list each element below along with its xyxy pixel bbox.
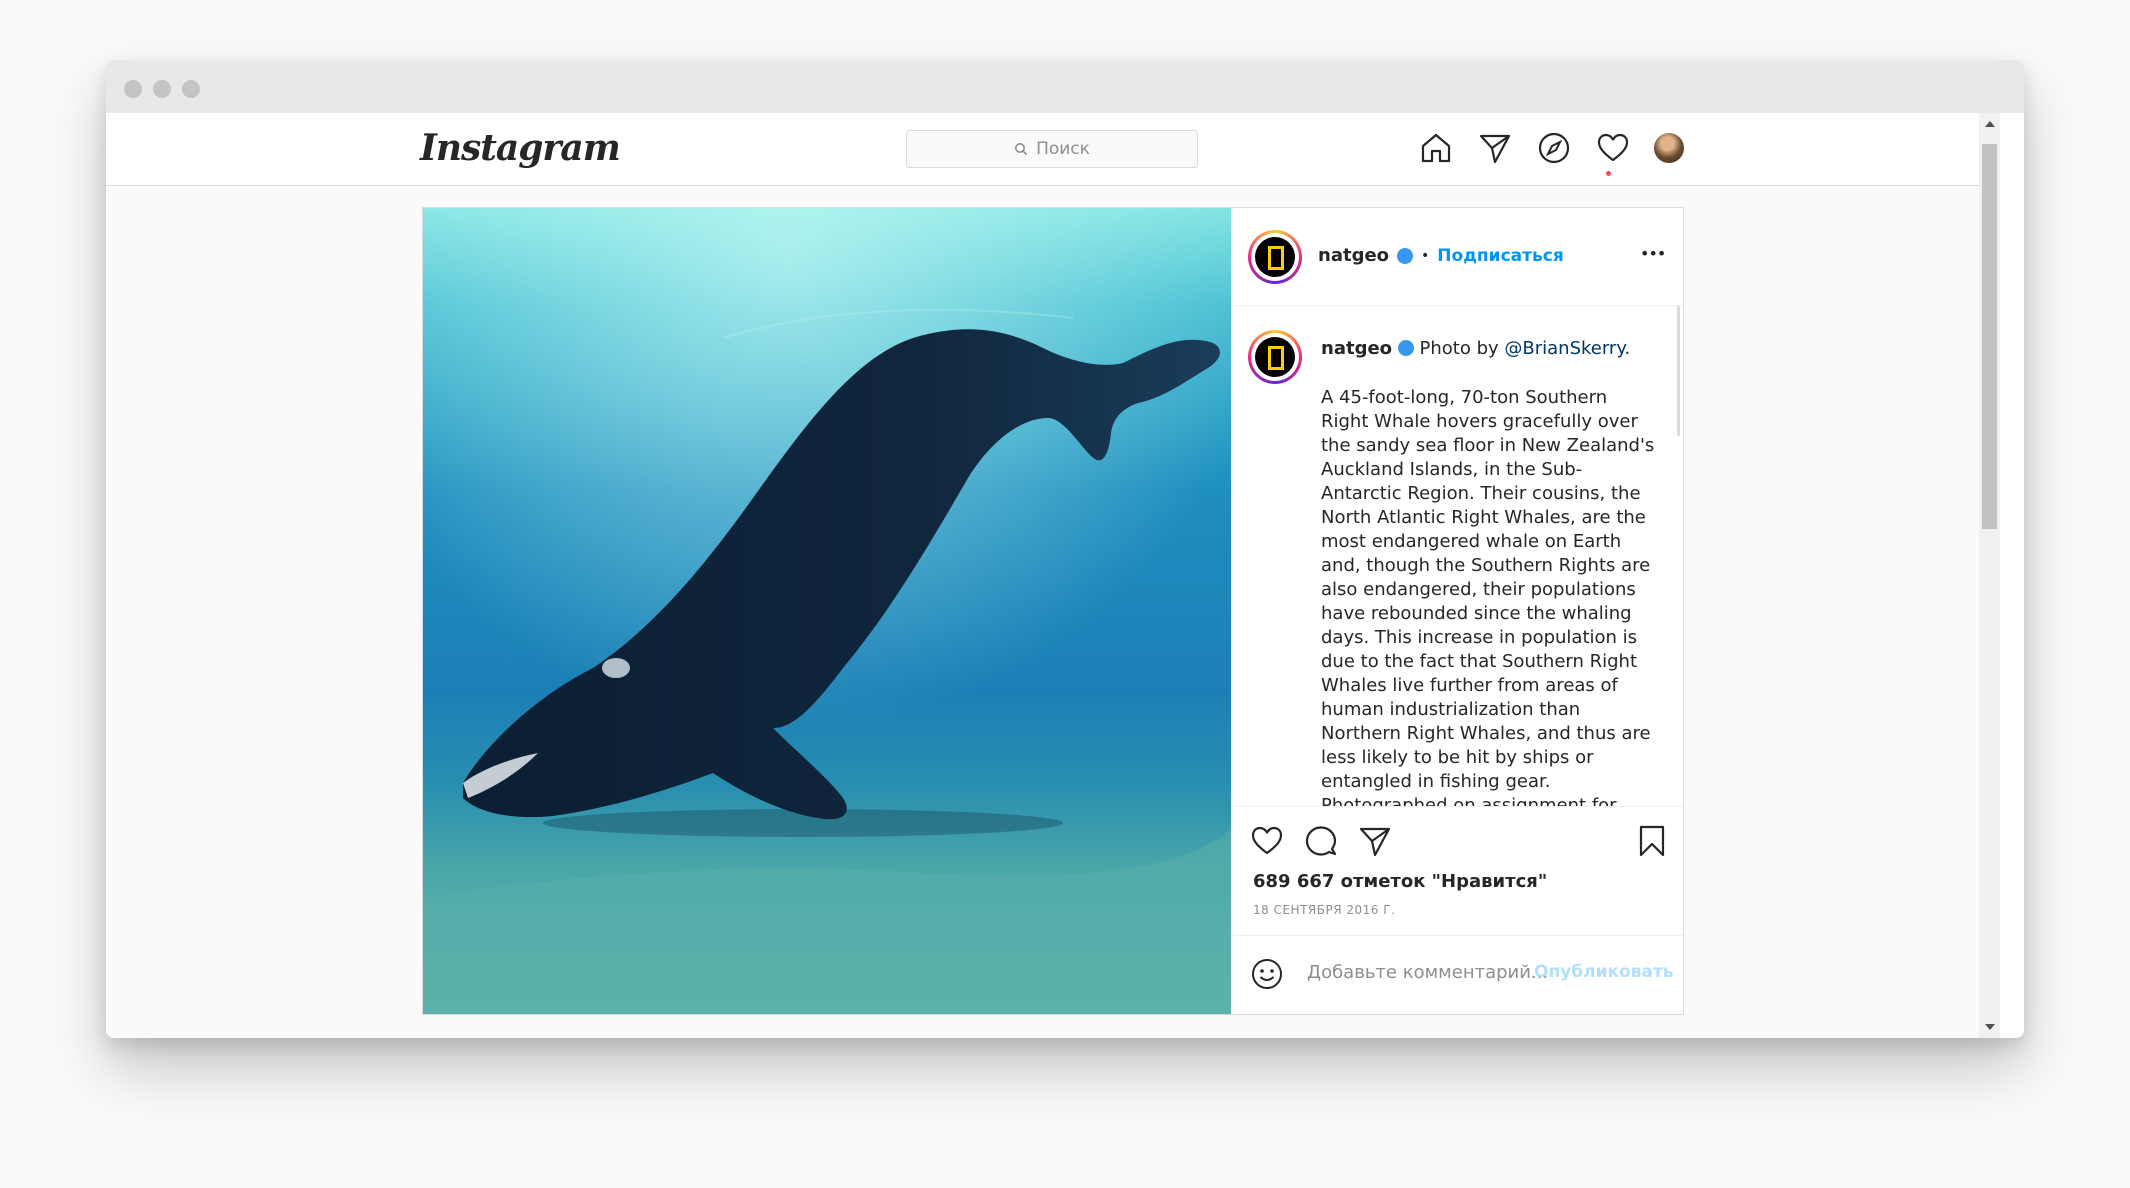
home-icon[interactable] xyxy=(1419,131,1453,165)
close-window-button[interactable] xyxy=(124,80,142,98)
caption-body: A 45-foot-long, 70-ton Southern Right Wh… xyxy=(1321,386,1656,806)
profile-avatar[interactable] xyxy=(1654,133,1684,163)
like-heart-icon[interactable] xyxy=(1250,824,1284,858)
instagram-logo[interactable]: Instagram xyxy=(420,127,621,169)
window-titlebar xyxy=(106,60,2024,113)
post-side-panel: natgeo • Подписаться ••• natgeo Photo by xyxy=(1231,208,1683,1014)
comment-icon[interactable] xyxy=(1304,824,1338,858)
header-username[interactable]: natgeo xyxy=(1318,245,1389,266)
caption-intro-end: . xyxy=(1624,338,1631,359)
caption-mention-link[interactable]: @BrianSkerry xyxy=(1504,338,1624,359)
comment-input[interactable]: Добавьте комментарий... xyxy=(1307,962,1548,983)
search-placeholder: Поиск xyxy=(1036,139,1090,159)
caption-body-text: A 45-foot-long, 70-ton Southern Right Wh… xyxy=(1321,387,1655,792)
caption-area[interactable]: natgeo Photo by @BrianSkerry. A 45-foot-… xyxy=(1231,306,1683,806)
activity-heart-icon[interactable] xyxy=(1596,131,1630,165)
scroll-up-arrow-icon[interactable] xyxy=(1984,119,1996,129)
bookmark-icon[interactable] xyxy=(1635,824,1669,858)
caption-author-avatar[interactable] xyxy=(1248,330,1302,384)
post-header: natgeo • Подписаться ••• xyxy=(1231,208,1683,306)
whale-photo xyxy=(423,208,1231,1014)
verified-badge-icon xyxy=(1397,247,1414,264)
caption-verified-badge-icon xyxy=(1397,340,1414,356)
notification-dot xyxy=(1606,171,1611,176)
share-direct-icon[interactable] xyxy=(1358,824,1392,858)
search-input[interactable]: Поиск xyxy=(906,130,1198,168)
scroll-down-arrow-icon[interactable] xyxy=(1984,1022,1996,1032)
comment-bar: Добавьте комментарий... Опубликовать xyxy=(1231,934,1683,1014)
caption-body-cut: Photographed on assignment for xyxy=(1321,795,1617,806)
post-card: natgeo • Подписаться ••• natgeo Photo by xyxy=(422,207,1684,1015)
minimize-window-button[interactable] xyxy=(153,80,171,98)
page-content: Instagram Поиск natgeo • Подписаться •••… xyxy=(106,113,2000,1038)
post-date[interactable]: 18 СЕНТЯБРЯ 2016 Г. xyxy=(1253,903,1395,917)
header-separator: • xyxy=(1421,247,1430,264)
publish-button[interactable]: Опубликовать xyxy=(1534,962,1674,982)
author-avatar[interactable] xyxy=(1248,230,1302,284)
direct-icon[interactable] xyxy=(1478,131,1512,165)
more-options-button[interactable]: ••• xyxy=(1640,244,1666,263)
browser-window: Instagram Поиск natgeo • Подписаться •••… xyxy=(106,60,2024,1038)
search-icon xyxy=(1015,143,1028,156)
post-photo[interactable] xyxy=(423,208,1231,1014)
emoji-icon[interactable] xyxy=(1250,957,1284,991)
top-navigation: Instagram Поиск xyxy=(106,113,2000,186)
caption-username[interactable]: natgeo xyxy=(1321,338,1392,359)
post-actions: 689 667 отметок "Нравится" 18 СЕНТЯБРЯ 2… xyxy=(1231,806,1683,936)
maximize-window-button[interactable] xyxy=(182,80,200,98)
explore-icon[interactable] xyxy=(1537,131,1571,165)
likes-count[interactable]: 689 667 отметок "Нравится" xyxy=(1253,871,1547,892)
caption-intro: Photo by xyxy=(1419,338,1505,359)
caption-scrollbar[interactable] xyxy=(1677,306,1680,436)
page-scrollbar-thumb[interactable] xyxy=(1982,144,1997,529)
follow-button[interactable]: Подписаться xyxy=(1437,246,1563,266)
